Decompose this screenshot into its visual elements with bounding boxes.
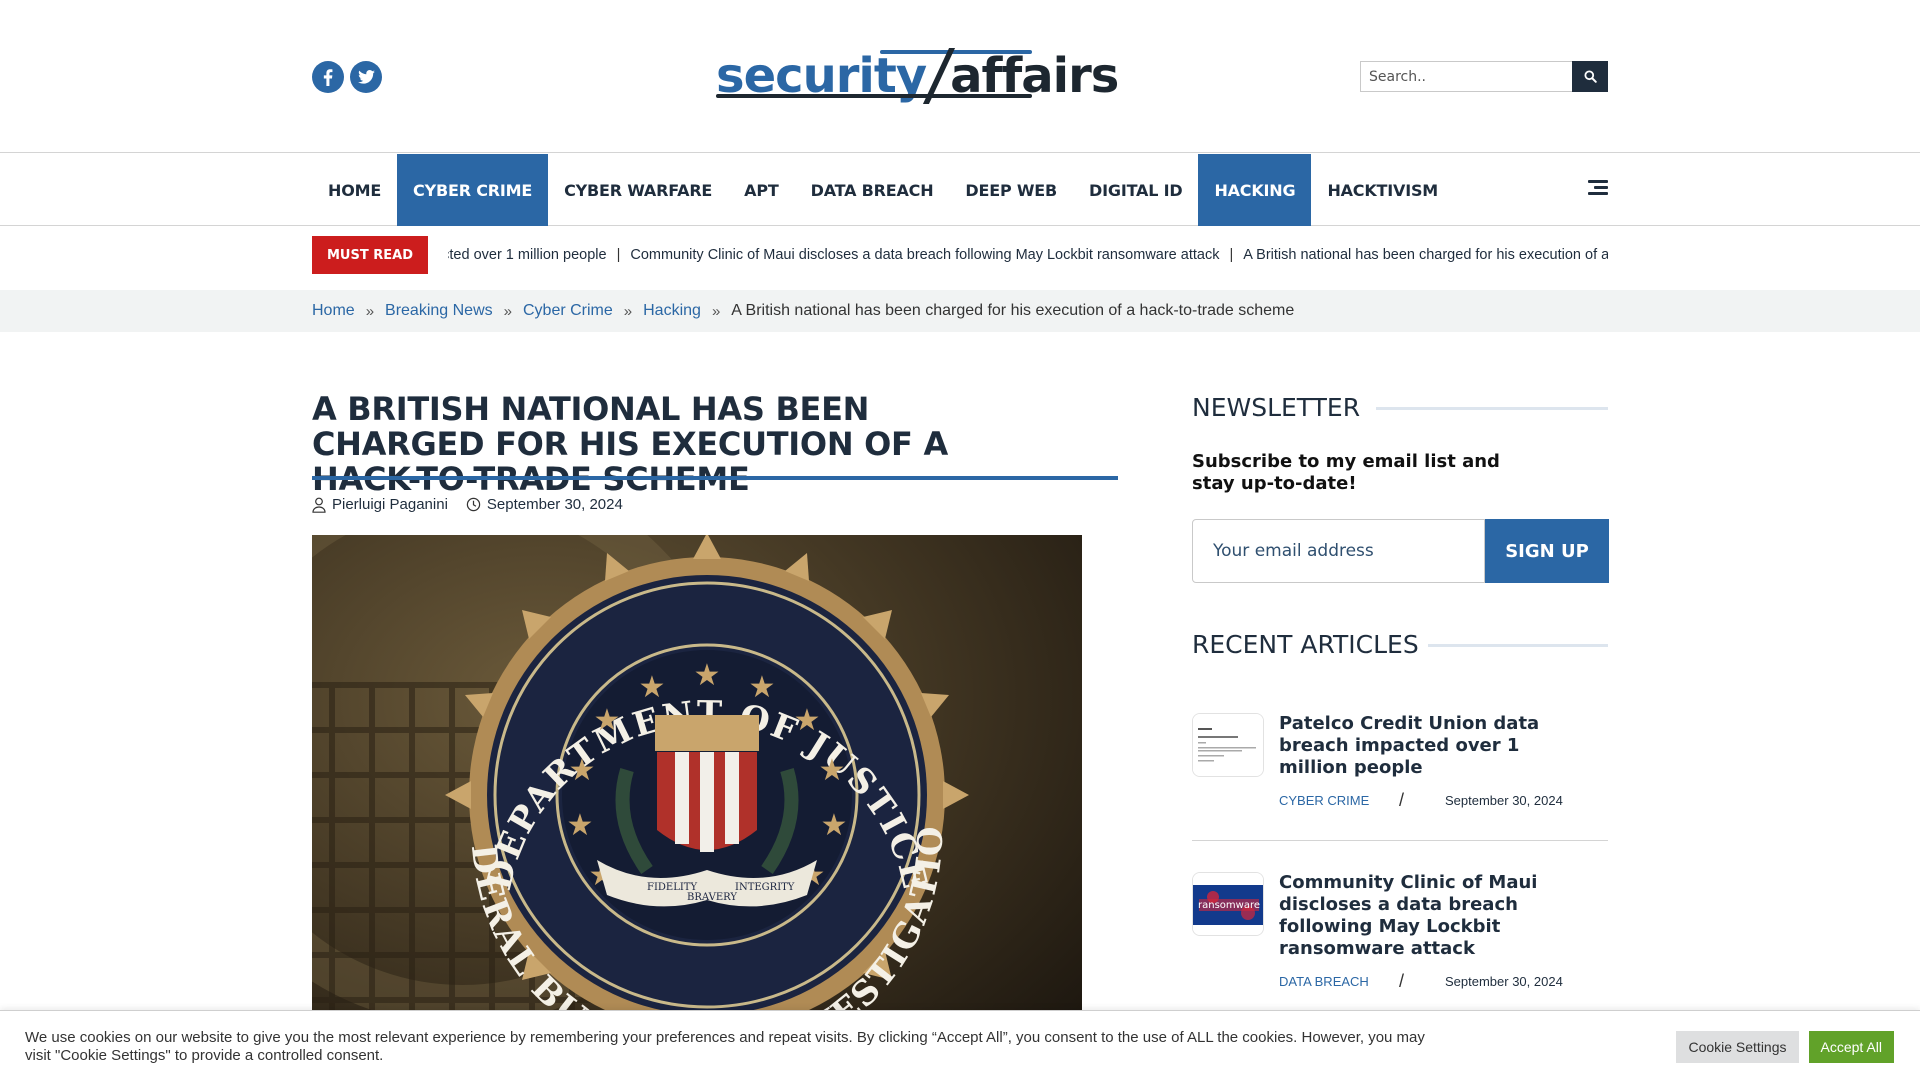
clock-icon bbox=[466, 497, 481, 512]
recent-divider bbox=[1192, 840, 1608, 841]
newsletter-email-input[interactable] bbox=[1192, 519, 1485, 583]
main-nav: HOME CYBER CRIME CYBER WARFARE APT DATA BREA… bbox=[0, 154, 1920, 226]
ticker-link[interactable]: A British national has been charged for … bbox=[1243, 247, 1608, 263]
recent-article-title[interactable]: Community Clinic of Maui discloses a dat… bbox=[1279, 872, 1579, 960]
search-icon bbox=[1583, 70, 1597, 83]
newsletter-form: SIGN UP bbox=[1192, 519, 1609, 583]
article-title: A British national has been charged for … bbox=[312, 390, 948, 498]
breadcrumb-link-breaking-news[interactable]: Breaking News bbox=[385, 302, 493, 320]
svg-text:★: ★ bbox=[694, 658, 721, 693]
svg-text:BRAVERY: BRAVERY bbox=[687, 892, 737, 903]
must-read-label: MUST READ bbox=[312, 236, 428, 274]
logo-underline bbox=[716, 94, 1032, 98]
breadcrumb-chevron-icon: » bbox=[623, 302, 633, 320]
recent-articles-title: RECENT ARTICLES bbox=[1192, 630, 1419, 659]
cookie-text: We use cookies on our website to give yo… bbox=[25, 1029, 1425, 1064]
newsletter-title-rule bbox=[1376, 407, 1608, 410]
nav-item-deep-web[interactable]: DEEP WEB bbox=[949, 154, 1073, 226]
ticker-window: pacted over 1 million people | Community C… bbox=[448, 236, 1608, 274]
fbi-seal-image: DEPARTMENT OF JUSTICE FEDERAL BUREAU OF … bbox=[312, 535, 1082, 1080]
logo-text-security: security bbox=[716, 48, 927, 104]
nav-list: HOME CYBER CRIME CYBER WARFARE APT DATA BREA… bbox=[312, 154, 1454, 226]
nav-item-hacking[interactable]: HACKING bbox=[1198, 154, 1312, 226]
article-meta: Pierluigi Paganini September 30, 2024 bbox=[312, 496, 641, 513]
breadcrumb-inner: Home » Breaking News » Cyber Crime » Hacking » A… bbox=[312, 290, 1294, 332]
breadcrumb-link-home[interactable]: Home bbox=[312, 302, 355, 320]
breadcrumb-chevron-icon: » bbox=[365, 302, 375, 320]
article-date: September 30, 2024 bbox=[466, 496, 623, 513]
logo-slash bbox=[926, 48, 950, 100]
meta-separator: / bbox=[1399, 790, 1405, 810]
breadcrumb-chevron-icon: » bbox=[711, 302, 721, 320]
accept-all-button[interactable]: Accept All bbox=[1808, 1031, 1894, 1063]
ticker-track: pacted over 1 million people | Community C… bbox=[448, 236, 1608, 274]
svg-text:★: ★ bbox=[819, 753, 846, 788]
recent-article-category[interactable]: DATA BREACH bbox=[1279, 974, 1399, 989]
nav-item-cyber-warfare[interactable]: CYBER WARFARE bbox=[548, 154, 728, 226]
svg-text:★: ★ bbox=[749, 670, 776, 705]
svg-text:★: ★ bbox=[567, 808, 594, 843]
twitter-icon[interactable] bbox=[350, 61, 382, 93]
sign-up-button[interactable]: SIGN UP bbox=[1485, 519, 1609, 583]
nav-item-home[interactable]: HOME bbox=[312, 154, 397, 226]
site-logo[interactable]: security affairs bbox=[716, 48, 1119, 104]
nav-item-digital-id[interactable]: DIGITAL ID bbox=[1073, 154, 1198, 226]
recent-article-title[interactable]: Patelco Credit Union data breach impacte… bbox=[1279, 713, 1579, 779]
search-button[interactable] bbox=[1572, 61, 1608, 92]
nav-item-data-breach[interactable]: DATA BREACH bbox=[795, 154, 950, 226]
recent-article-thumbnail[interactable]: ransomware bbox=[1192, 872, 1264, 936]
recent-articles-title-rule bbox=[1428, 644, 1608, 647]
recent-article-meta: CYBER CRIME / September 30, 2024 bbox=[1279, 790, 1579, 811]
cookie-settings-button[interactable]: Cookie Settings bbox=[1676, 1031, 1799, 1063]
recent-article-meta: DATA BREACH / September 30, 2024 bbox=[1279, 971, 1579, 992]
recent-article-category[interactable]: CYBER CRIME bbox=[1279, 793, 1399, 808]
breadcrumb-current: A British national has been charged for … bbox=[731, 302, 1295, 319]
author-link[interactable]: Pierluigi Paganini bbox=[332, 496, 448, 513]
article-author: Pierluigi Paganini bbox=[312, 496, 448, 513]
search-form bbox=[1360, 61, 1608, 92]
svg-text:★: ★ bbox=[594, 703, 621, 738]
ticker-separator: | bbox=[616, 247, 621, 263]
breadcrumb-link-cyber-crime[interactable]: Cyber Crime bbox=[523, 302, 613, 320]
social-links bbox=[312, 61, 382, 93]
nav-item-cyber-crime[interactable]: CYBER CRIME bbox=[397, 154, 549, 226]
svg-text:★: ★ bbox=[639, 670, 666, 705]
meta-separator: / bbox=[1399, 971, 1405, 991]
logo-text-affairs: affairs bbox=[950, 48, 1119, 104]
facebook-icon[interactable] bbox=[312, 61, 344, 93]
title-underline bbox=[312, 476, 1118, 480]
ticker-link[interactable]: Community Clinic of Maui discloses a dat… bbox=[630, 247, 1219, 263]
thumb-text: ransomware bbox=[1198, 900, 1260, 911]
breadcrumb-link-hacking[interactable]: Hacking bbox=[643, 302, 701, 320]
user-icon bbox=[312, 497, 326, 513]
breadcrumb-chevron-icon: » bbox=[503, 302, 512, 320]
svg-text:INTEGRITY: INTEGRITY bbox=[735, 882, 795, 893]
ticker-link[interactable]: pacted over 1 million people bbox=[448, 247, 607, 263]
cookie-banner: We use cookies on our website to give yo… bbox=[0, 1010, 1920, 1080]
nav-item-hacktivism[interactable]: HACKTIVISM bbox=[1311, 154, 1454, 226]
svg-text:★: ★ bbox=[821, 808, 848, 843]
featured-image: DEPARTMENT OF JUSTICE FEDERAL BUREAU OF … bbox=[312, 535, 1082, 1080]
cookie-buttons: Cookie Settings Accept All bbox=[1676, 1031, 1894, 1063]
date-text: September 30, 2024 bbox=[486, 496, 623, 513]
svg-text:★: ★ bbox=[569, 753, 596, 788]
recent-article-date: September 30, 2024 bbox=[1445, 974, 1563, 989]
recent-article-date: September 30, 2024 bbox=[1445, 793, 1563, 808]
search-input[interactable] bbox=[1360, 61, 1572, 92]
newsletter-title: NEWSLETTER bbox=[1192, 393, 1361, 422]
nav-item-apt[interactable]: APT bbox=[728, 154, 794, 226]
hamburger-menu-icon[interactable] bbox=[1588, 180, 1608, 198]
recent-article-thumbnail[interactable] bbox=[1192, 713, 1264, 777]
ticker-separator: | bbox=[1229, 247, 1234, 263]
svg-text:★: ★ bbox=[794, 703, 821, 738]
newsletter-subtitle: Subscribe to my email list and stay up-t… bbox=[1192, 451, 1500, 494]
site-header: security affairs bbox=[0, 0, 1920, 153]
must-read-ticker: MUST READ pacted over 1 million people | C… bbox=[0, 227, 1920, 289]
breadcrumb: Home » Breaking News » Cyber Crime » Hacking » A… bbox=[0, 290, 1920, 332]
